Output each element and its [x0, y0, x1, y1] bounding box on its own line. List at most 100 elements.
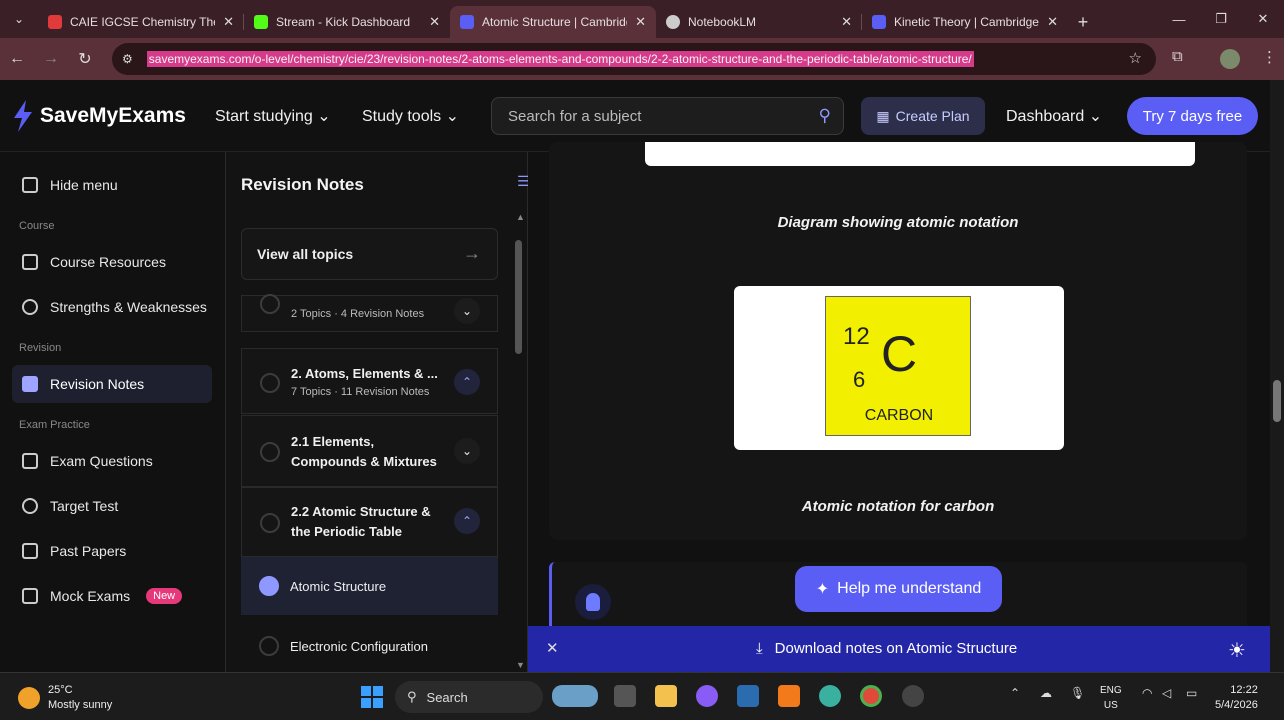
scroll-down-icon[interactable]: ▼	[516, 660, 525, 670]
brand-name: SaveMyExams	[40, 104, 186, 127]
progress-circle-icon	[260, 373, 280, 393]
start-studying-menu[interactable]: Start studying ⌄	[215, 106, 331, 126]
battery-icon[interactable]: ▭	[1186, 686, 1197, 700]
sidebar-item-strengths[interactable]: Strengths & Weaknesses	[12, 288, 212, 326]
fl-studio-icon[interactable]	[778, 685, 800, 707]
left-sidebar: Hide menu Course Course Resources Streng…	[0, 152, 225, 672]
tab-close-icon[interactable]: ✕	[223, 14, 234, 30]
subject-search-input[interactable]: Search for a subject ⚲	[491, 97, 844, 135]
volume-icon[interactable]: ◁	[1162, 686, 1171, 700]
taskbar-search[interactable]: ⚲ Search	[395, 681, 543, 713]
extensions-icon[interactable]: ⧉	[1172, 48, 1183, 65]
panel-scrollbar[interactable]	[515, 240, 522, 354]
topic-card[interactable]: 2 Topics · 4 Revision Notes ⌄	[241, 294, 498, 332]
tab-close-icon[interactable]: ✕	[841, 14, 852, 30]
mass-number: 12	[843, 323, 870, 350]
file-explorer-icon[interactable]	[655, 685, 677, 707]
task-view-icon[interactable]	[614, 685, 636, 707]
app-icon[interactable]	[819, 685, 841, 707]
language-indicator[interactable]: ENG US	[1100, 683, 1122, 713]
copilot-icon[interactable]	[696, 685, 718, 707]
url-bar[interactable]: ⚙ savemyexams.com/o-level/chemistry/cie/…	[112, 43, 1156, 75]
sidebar-item-mock-exams[interactable]: Mock Exams New	[12, 577, 212, 615]
tab-close-icon[interactable]: ✕	[1047, 14, 1058, 30]
close-icon[interactable]: ✕	[546, 639, 559, 657]
app-icon[interactable]	[737, 685, 759, 707]
current-note-dot-icon	[259, 576, 279, 596]
chevron-down-icon: ⌄	[454, 438, 480, 464]
page-scrollbar[interactable]	[1270, 80, 1284, 672]
carbon-notation-image: 12 6 C CARBON	[734, 286, 1064, 450]
window-close-icon[interactable]: ✕	[1242, 11, 1284, 27]
create-plan-button[interactable]: ▦ Create Plan	[861, 97, 985, 135]
browser-menu-icon[interactable]: ⋮	[1262, 48, 1277, 66]
microphone-icon[interactable]: 🎙	[1070, 686, 1085, 700]
windows-start-icon[interactable]	[361, 686, 383, 708]
reload-icon[interactable]: ↻	[68, 49, 102, 69]
app-icon[interactable]	[902, 685, 924, 707]
bookmark-star-icon[interactable]: ☆	[1129, 49, 1142, 67]
chrome-icon[interactable]	[860, 685, 882, 707]
widget-image-icon[interactable]	[552, 685, 598, 707]
restore-icon[interactable]: ❐	[1200, 11, 1242, 27]
tray-app-icon[interactable]: ☁	[1040, 686, 1052, 700]
tab-search-chevron-icon[interactable]: ⌄	[0, 0, 38, 38]
search-placeholder: Search for a subject	[508, 107, 642, 125]
download-notes-link[interactable]: ⤓ Download notes on Atomic Structure	[756, 640, 1017, 657]
browser-tab[interactable]: CAIE IGCSE Chemistry Theor ✕	[38, 6, 244, 38]
scroll-up-icon[interactable]: ▲	[516, 212, 525, 222]
search-icon[interactable]: ⚲	[819, 106, 831, 126]
chevron-up-icon: ⌃	[454, 508, 480, 534]
back-icon[interactable]: ←	[0, 50, 34, 68]
weather-widget[interactable]: 25°C Mostly sunny	[18, 683, 112, 713]
tab-title: Stream - Kick Dashboard	[276, 15, 411, 29]
tab-close-icon[interactable]: ✕	[429, 14, 440, 30]
help-me-understand-button[interactable]: ✦ Help me understand	[795, 566, 1002, 612]
subtopic-card-atomic-structure[interactable]: 2.2 Atomic Structure & the Periodic Tabl…	[241, 487, 498, 557]
image-caption: Diagram showing atomic notation	[777, 214, 1019, 231]
system-clock[interactable]: 12:22 5/4/2026	[1215, 683, 1258, 713]
minimize-icon[interactable]: —	[1158, 12, 1200, 27]
browser-tab[interactable]: NotebookLM ✕	[656, 6, 862, 38]
browser-tab[interactable]: Stream - Kick Dashboard ✕	[244, 6, 450, 38]
wifi-icon[interactable]: ◠	[1142, 686, 1152, 700]
element-symbol: C	[881, 326, 918, 382]
element-tile: 12 6 C CARBON	[825, 296, 971, 436]
sidebar-item-past-papers[interactable]: Past Papers	[12, 532, 212, 570]
tab-title: Kinetic Theory | Cambridge	[894, 15, 1039, 29]
sidebar-item-exam-questions[interactable]: Exam Questions	[12, 442, 212, 480]
sidebar-item-target-test[interactable]: Target Test	[12, 487, 212, 525]
note-link-electronic-configuration[interactable]: Electronic Configuration	[241, 617, 498, 675]
hide-menu-button[interactable]: Hide menu	[12, 166, 212, 204]
download-notes-bar[interactable]: ✕ ⤓ Download notes on Atomic Structure ☀	[528, 626, 1270, 672]
tab-favicon-icon	[872, 15, 886, 29]
mock-exam-icon	[22, 588, 38, 604]
topic-card-atoms[interactable]: 2. Atoms, Elements & ... 7 Topics · 11 R…	[241, 348, 498, 414]
profile-avatar[interactable]	[1220, 49, 1240, 69]
new-tab-icon[interactable]: +	[1068, 6, 1098, 38]
subtopic-card-elements[interactable]: 2.1 Elements, Compounds & Mixtures ⌄	[241, 415, 498, 487]
browser-tab[interactable]: Kinetic Theory | Cambridge ✕	[862, 6, 1068, 38]
search-icon: ⚲	[407, 689, 417, 704]
tray-chevron-up-icon[interactable]: ⌃	[1010, 686, 1020, 700]
sidebar-item-revision-notes[interactable]: Revision Notes	[12, 365, 212, 403]
dashboard-menu[interactable]: Dashboard ⌄	[1006, 106, 1102, 126]
tab-favicon-icon	[48, 15, 62, 29]
element-name: CARBON	[864, 407, 934, 424]
windows-taskbar: 25°C Mostly sunny ⚲ Search ⌃ ☁ 🎙 ENG US ◠ ◁…	[0, 672, 1284, 720]
study-tools-menu[interactable]: Study tools ⌄	[362, 106, 459, 126]
sidebar-item-course-resources[interactable]: Course Resources	[12, 243, 212, 281]
site-logo[interactable]: SaveMyExams	[12, 100, 186, 132]
target-icon	[22, 299, 38, 315]
forward-icon[interactable]: →	[34, 50, 68, 68]
note-link-atomic-structure[interactable]: Atomic Structure	[241, 557, 498, 615]
tab-close-icon[interactable]: ✕	[635, 14, 646, 30]
browser-tab-active[interactable]: Atomic Structure | Cambridge ✕	[450, 6, 656, 38]
site-info-icon[interactable]: ⚙	[122, 52, 133, 66]
theme-toggle-icon[interactable]: ☀	[1228, 638, 1246, 663]
bolt-logo-icon	[14, 100, 32, 132]
url-text[interactable]: savemyexams.com/o-level/chemistry/cie/23…	[146, 51, 974, 67]
revision-notes-panel: Revision Notes ☰ View all topics → 2 Topi…	[225, 152, 530, 675]
view-all-topics-button[interactable]: View all topics →	[241, 228, 498, 280]
free-trial-button[interactable]: Try 7 days free	[1127, 97, 1258, 135]
